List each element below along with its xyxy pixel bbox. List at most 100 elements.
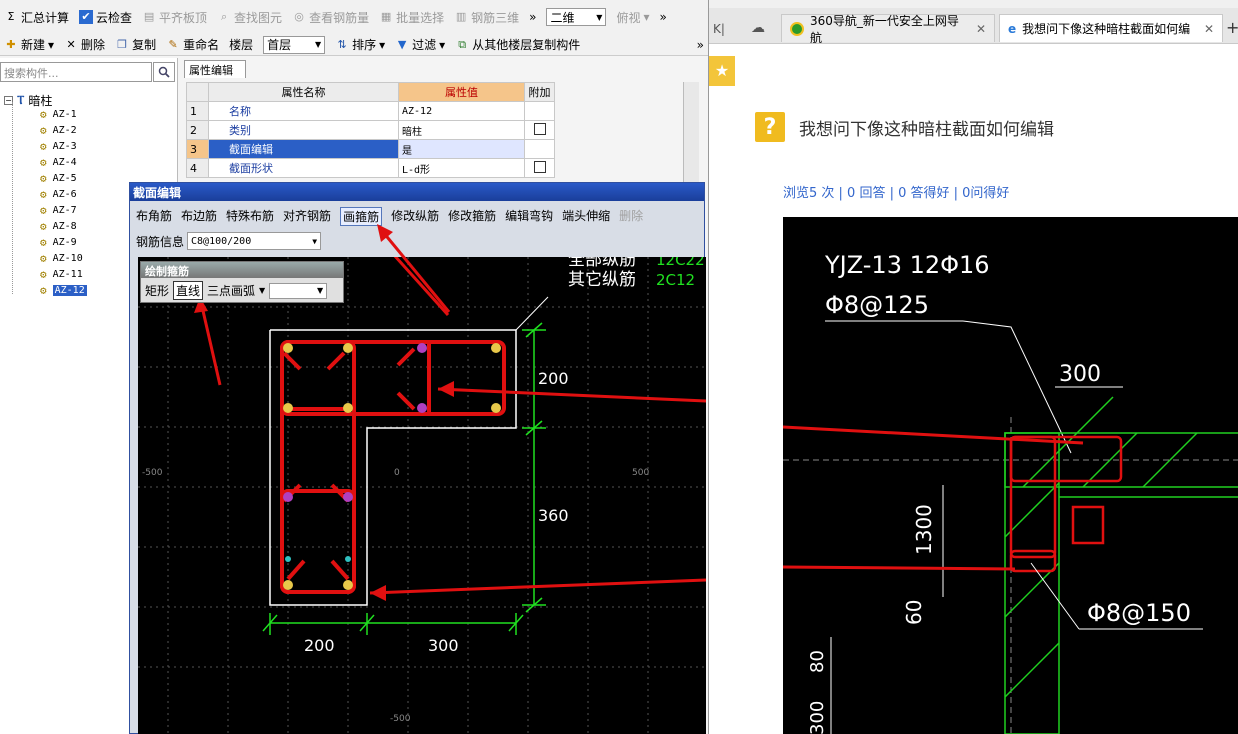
rebar-3d-button: ▥ 钢筋三维 — [455, 10, 520, 25]
cloud-check-button[interactable]: ✔ 云检查 — [79, 9, 132, 26]
tree-item[interactable]: ⚙ AZ-5 — [40, 172, 77, 185]
floor-label: 楼层 — [229, 38, 254, 52]
filter-icon: ▼ — [397, 37, 407, 51]
delete-icon: ✕ — [66, 37, 76, 51]
bookmark-bar — [709, 0, 1238, 8]
new-tab-icon[interactable]: + — [1226, 18, 1238, 37]
gear-icon: ⚙ — [40, 188, 47, 201]
view-angle-select[interactable]: 俯视 ▾ — [616, 9, 649, 26]
table-row[interactable]: 3 截面编辑是 — [186, 139, 555, 159]
label-other-rebar: 其它纵筋 — [568, 270, 636, 290]
sum-button[interactable]: Σ 汇总计算 — [4, 9, 70, 26]
new-button[interactable]: ✚ 新建 ▾ — [4, 36, 54, 53]
extra-checkbox[interactable] — [533, 160, 546, 173]
align-top-button: ▤ 平齐板顶 — [143, 10, 208, 25]
property-table: 属性名称 属性值 附加 1 名称 AZ-12 2 类别 暗柱 3 截面编辑是 4 截面形状 L-d形 — [186, 82, 555, 178]
table-row[interactable]: 1 名称 AZ-12 — [186, 101, 555, 121]
ie-logo-icon: e — [1008, 21, 1017, 36]
tree-item[interactable]: ⚙ AZ-10 — [40, 252, 83, 265]
rebar-3d-icon: ▥ — [455, 10, 467, 23]
view-mode-select[interactable]: 二维 ▼ — [546, 8, 607, 26]
tool-7-button[interactable]: 编辑弯钩 — [505, 207, 553, 226]
batch-select-button: ▦ 批量选择 — [380, 10, 445, 25]
dim-360: 360 — [538, 506, 569, 525]
gear-icon: ⚙ — [40, 252, 47, 265]
sort-icon: ⇅ — [337, 37, 347, 51]
sort-button[interactable]: ⇅ 排序 ▾ — [335, 36, 386, 53]
tree-item[interactable]: ⚙ AZ-2 — [40, 124, 77, 137]
filter-button[interactable]: ▼ 过滤 ▾ — [395, 36, 445, 53]
copy-button[interactable]: ❐ 复制 — [115, 36, 156, 53]
col-extra-header: 附加 — [524, 82, 555, 102]
label-all-rebar: 全部纵筋 — [568, 257, 636, 270]
cloud-icon[interactable]: ☁ — [751, 20, 765, 36]
chevron-down-icon: ▼ — [314, 40, 322, 49]
tab-property-edit[interactable]: 属性编辑 — [184, 60, 246, 78]
back-icon[interactable]: K| — [713, 22, 725, 36]
gear-icon: ⚙ — [40, 156, 47, 169]
cad-dim-80: 80 — [807, 650, 828, 673]
axis-label: -500 — [390, 714, 411, 724]
close-icon[interactable]: ✕ — [1204, 22, 1214, 36]
copy-icon: ❐ — [117, 37, 127, 51]
view-rebar-icon: ◎ — [294, 10, 304, 23]
delete-button[interactable]: ✕ 删除 — [64, 36, 105, 53]
gear-icon: ⚙ — [40, 172, 47, 185]
tab-question[interactable]: e 我想问下像这种暗柱截面如何编 ✕ — [999, 14, 1223, 42]
cloud-check-icon: ✔ — [79, 10, 94, 24]
question-title: 我想问下像这种暗柱截面如何编辑 — [799, 119, 1054, 140]
extra-checkbox[interactable] — [533, 122, 546, 135]
batch-select-icon: ▦ — [380, 10, 392, 23]
align-top-icon: ▤ — [143, 10, 155, 23]
tree-item[interactable]: ⚙ AZ-7 — [40, 204, 77, 217]
search-input[interactable]: 搜索构件... — [0, 62, 152, 82]
leader-line — [515, 296, 549, 331]
tree-item[interactable]: ⚙ AZ-9 — [40, 236, 77, 249]
tree-item[interactable]: ⚙ AZ-1 — [40, 108, 77, 121]
cad-label-stirrup-150: Φ8@150 — [1087, 599, 1191, 627]
tab-360-nav[interactable]: 360导航_新一代安全上网导航 ✕ — [781, 14, 995, 45]
rename-button[interactable]: ✎ 重命名 — [166, 36, 219, 53]
find-button: ⌕ 查找图元 — [217, 9, 282, 26]
gear-icon: ⚙ — [40, 204, 47, 217]
question-header: ? 我想问下像这种暗柱截面如何编辑 — [755, 112, 1054, 142]
table-row[interactable]: 4 截面形状 L-d形 — [186, 158, 555, 178]
cad-label-stirrup: Φ8@125 — [825, 291, 929, 319]
more-chevron[interactable]: » — [660, 10, 667, 24]
table-row[interactable]: 2 类别 暗柱 — [186, 120, 555, 140]
gear-icon: ⚙ — [40, 220, 47, 233]
search-button[interactable] — [153, 62, 175, 82]
arrow-head — [370, 585, 386, 601]
tree-item[interactable]: ⚙ AZ-3 — [40, 140, 77, 153]
main-toolbar: Σ 汇总计算 ✔ 云检查 ▤ 平齐板顶 ⌕ 查找图元 ◎ 查看钢筋量 ▦ 批量选择 ▥ 钢筋三维 » 二维 ▼ 俯… — [0, 0, 708, 34]
cad-drawing: YJZ-13 12Φ16 Φ8@125 300 1300 60 Φ8@150 8… — [783, 251, 1238, 734]
col-value-header: 属性值 — [398, 82, 525, 102]
property-panel: 属性编辑 属性名称 属性值 附加 1 名称 AZ-12 2 类别 暗柱 3 截面编辑是 4 截面形… — [180, 58, 704, 182]
tree-item[interactable]: ⚙ AZ-11 — [40, 268, 83, 281]
question-stats[interactable]: 浏览5 次 | 0 回答 | 0 答得好 | 0问得好 — [783, 182, 1009, 201]
toolbar-annotation-arrow — [377, 224, 451, 313]
sum-icon: Σ — [7, 10, 15, 23]
tree-item[interactable]: ⚙ AZ-12 — [40, 284, 87, 297]
cad-dim-300: 300 — [1059, 362, 1101, 387]
tree-item[interactable]: ⚙ AZ-6 — [40, 188, 77, 201]
label-other-rebar-value: 2C12 — [656, 271, 695, 289]
tool-8-button[interactable]: 端头伸缩 — [562, 207, 610, 226]
gear-icon: ⚙ — [40, 236, 47, 249]
copy-from-floor-button[interactable]: ⧉ 从其他楼层复制构件 — [455, 36, 580, 53]
360-logo-icon — [790, 21, 804, 36]
cad-dim-1300: 1300 — [912, 504, 936, 555]
cad-stirrups — [1009, 435, 1123, 573]
tree-item[interactable]: ⚙ AZ-8 — [40, 220, 77, 233]
favorite-star-icon[interactable]: ★ — [709, 56, 735, 86]
axis-label: -500 — [142, 468, 163, 478]
more-chevron[interactable]: » — [697, 38, 704, 52]
rename-icon: ✎ — [168, 37, 178, 51]
close-icon[interactable]: ✕ — [976, 22, 986, 36]
dim-300: 300 — [428, 636, 459, 655]
more-chevron[interactable]: » — [529, 10, 536, 24]
property-scrollbar[interactable] — [683, 82, 699, 182]
left-application: Σ 汇总计算 ✔ 云检查 ▤ 平齐板顶 ⌕ 查找图元 ◎ 查看钢筋量 ▦ 批量选择 ▥ 钢筋三维 » 二维 ▼ 俯… — [0, 0, 708, 734]
floor-select[interactable]: 首层 ▼ — [263, 35, 326, 54]
tree-item[interactable]: ⚙ AZ-4 — [40, 156, 77, 169]
